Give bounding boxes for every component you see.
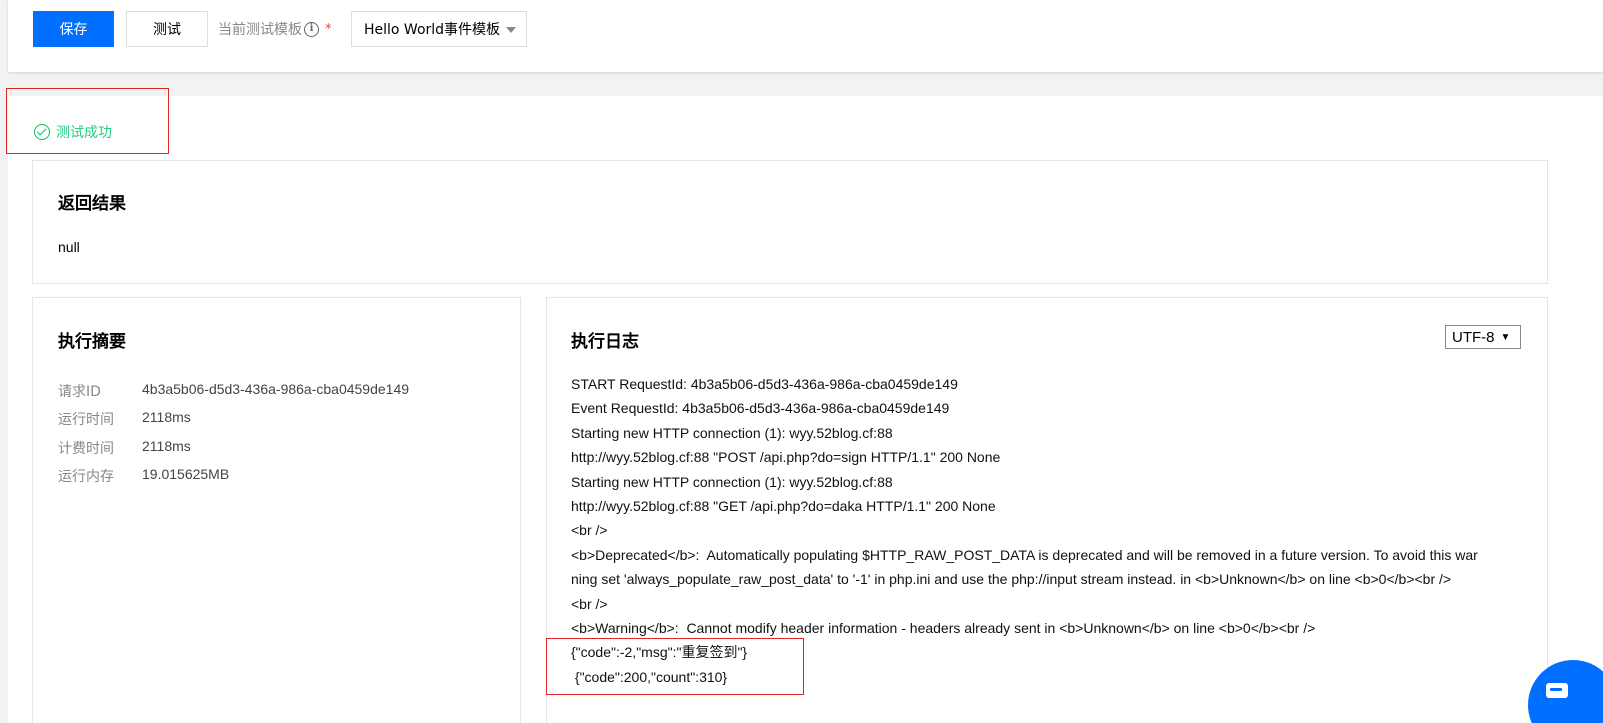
check-circle-icon	[34, 124, 50, 140]
template-select-value: Hello World事件模板	[364, 22, 501, 38]
summary-value: 19.015625MB	[142, 466, 230, 482]
info-icon[interactable]: i	[304, 21, 319, 37]
annotation-box-status	[6, 88, 169, 154]
summary-panel: 执行摘要 请求ID 4b3a5b06-d5d3-436a-986a-cba045…	[32, 297, 521, 723]
log-line: <b>Deprecated</b>: Automatically populat…	[571, 546, 1478, 563]
summary-key: 计费时间	[58, 441, 114, 457]
chat-icon	[1546, 683, 1568, 698]
summary-title: 执行摘要	[58, 332, 126, 352]
summary-value: 2118ms	[142, 409, 191, 425]
save-button[interactable]: 保存	[33, 11, 114, 47]
summary-key: 运行时间	[58, 412, 114, 428]
log-title: 执行日志	[571, 332, 639, 352]
summary-row-request-id: 请求ID 4b3a5b06-d5d3-436a-986a-cba0459de14…	[58, 381, 409, 401]
summary-row-memory: 运行内存 19.015625MB	[58, 466, 229, 486]
log-line: Starting new HTTP connection (1): wyy.52…	[571, 473, 893, 490]
template-label-group: 当前测试模板 i *	[218, 19, 332, 39]
test-status: 测试成功	[34, 122, 112, 142]
log-line: START RequestId: 4b3a5b06-d5d3-436a-986a…	[571, 376, 958, 392]
summary-value: 2118ms	[142, 438, 191, 454]
encoding-value: UTF-8	[1452, 328, 1495, 346]
required-star: *	[325, 21, 332, 37]
test-status-text: 测试成功	[56, 125, 112, 141]
log-line: Starting new HTTP connection (1): wyy.52…	[571, 424, 893, 441]
chevron-down-icon	[506, 27, 516, 33]
template-select[interactable]: Hello World事件模板	[351, 11, 527, 47]
summary-row-billing-time: 计费时间 2118ms	[58, 438, 191, 458]
toolbar: 保存 测试 当前测试模板 i * Hello World事件模板	[8, 0, 1603, 72]
summary-key: 运行内存	[58, 469, 114, 485]
log-line: <br />	[571, 595, 608, 612]
log-line: <b>Warning</b>: Cannot modify header inf…	[571, 620, 1316, 637]
test-button[interactable]: 测试	[126, 11, 208, 47]
encoding-select[interactable]: UTF-8 ▼	[1445, 325, 1521, 349]
log-line: <br />	[571, 522, 608, 539]
summary-value: 4b3a5b06-d5d3-436a-986a-cba0459de149	[142, 381, 410, 397]
log-line: http://wyy.52blog.cf:88 "POST /api.php?d…	[571, 449, 1001, 466]
log-line: Event RequestId: 4b3a5b06-d5d3-436a-986a…	[571, 400, 950, 417]
summary-key: 请求ID	[58, 384, 101, 400]
annotation-box-response	[546, 638, 804, 695]
log-line: ning set 'always_populate_raw_post_data'…	[571, 571, 1452, 588]
result-title: 返回结果	[58, 194, 126, 214]
result-value: null	[58, 239, 80, 255]
log-line: http://wyy.52blog.cf:88 "GET /api.php?do…	[571, 498, 996, 515]
template-label: 当前测试模板	[218, 22, 302, 38]
result-panel: 返回结果 null	[32, 160, 1548, 284]
chevron-down-icon: ▼	[1500, 331, 1511, 343]
summary-row-run-time: 运行时间 2118ms	[58, 409, 191, 429]
